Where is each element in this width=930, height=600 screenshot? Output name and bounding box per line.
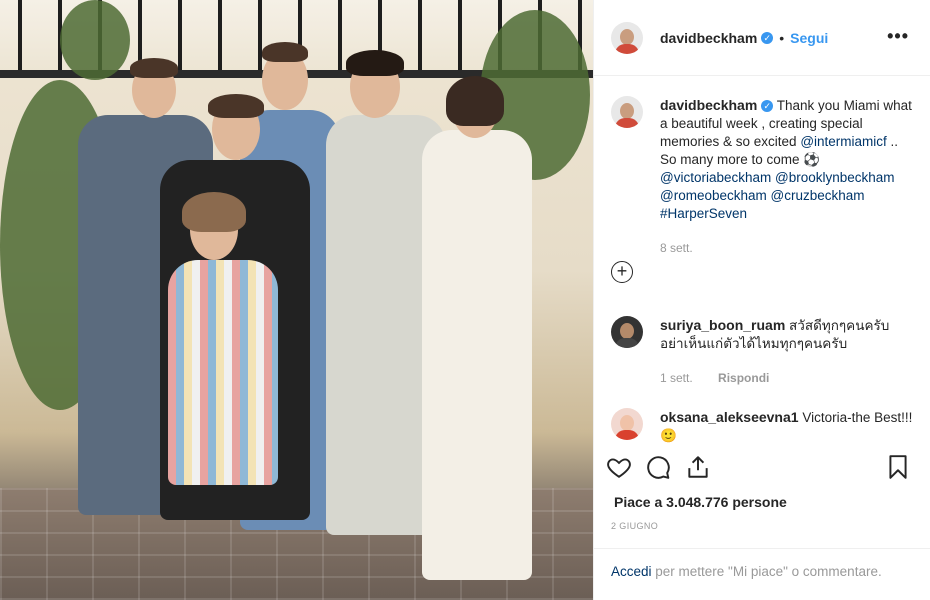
avatar-shirt <box>615 338 639 348</box>
heart-icon[interactable] <box>606 454 632 480</box>
avatar-face <box>620 415 634 431</box>
comment-item: suriya_boon_ruam สวัสดีทุกๆคนครับ อย่าเห… <box>611 316 916 387</box>
bookmark-icon[interactable] <box>885 454 911 480</box>
avatar-face <box>620 103 634 119</box>
caption-timestamp[interactable]: 8 sett. <box>660 241 693 255</box>
avatar[interactable] <box>611 96 643 128</box>
comment-username[interactable]: suriya_boon_ruam <box>660 317 785 333</box>
avatar[interactable] <box>611 21 643 54</box>
caption-username[interactable]: davidbeckham <box>660 97 757 113</box>
caption-meta: 8 sett. <box>660 239 916 257</box>
comment-timestamp[interactable]: 1 sett. <box>660 371 693 385</box>
follow-button[interactable]: Segui <box>790 30 828 46</box>
person-hair <box>262 42 308 62</box>
avatar-face <box>620 323 634 339</box>
verified-badge-icon: ✓ <box>761 100 774 113</box>
comment-icon[interactable] <box>645 454 671 480</box>
avatar[interactable] <box>611 316 643 348</box>
avatar-face <box>620 28 634 45</box>
avatar-shirt <box>615 118 639 128</box>
hashtag-link[interactable]: #HarperSeven <box>660 206 747 221</box>
caption-row: davidbeckham ✓ Thank you Miami what a bea… <box>611 96 916 257</box>
comment-text: suriya_boon_ruam สวัสดีทุกๆคนครับ อย่าเห… <box>660 316 916 387</box>
post-photo[interactable] <box>0 0 593 600</box>
login-prompt: Accedi per mettere "Mi piace" o commenta… <box>594 548 930 600</box>
ivy-foliage <box>60 0 130 80</box>
person-hair <box>446 76 504 126</box>
mention-link[interactable]: @intermiamicf <box>800 134 886 149</box>
mention-link[interactable]: @cruzbeckham <box>771 188 865 203</box>
more-options-icon[interactable]: ••• <box>887 26 909 47</box>
post-header: davidbeckham ✓ • Segui ••• <box>594 0 930 76</box>
separator-dot: • <box>779 29 785 46</box>
share-icon[interactable] <box>685 454 711 480</box>
person-hair <box>346 50 404 76</box>
post-side-panel: davidbeckham ✓ • Segui ••• davidbeckham ✓… <box>593 0 930 600</box>
reply-button[interactable]: Rispondi <box>718 371 769 385</box>
login-link[interactable]: Accedi <box>611 564 652 579</box>
username-link[interactable]: davidbeckham <box>660 30 757 46</box>
verified-badge-icon: ✓ <box>761 31 774 44</box>
login-prompt-text: per mettere "Mi piace" o commentare. <box>651 564 882 579</box>
person-harper <box>168 260 278 485</box>
comment-item: oksana_alekseevna1 Victoria-the Best!!!🙂 <box>611 408 916 445</box>
action-bar <box>594 454 930 492</box>
comment-text: oksana_alekseevna1 Victoria-the Best!!!🙂 <box>660 408 916 445</box>
post-date[interactable]: 2 GIUGNO <box>611 521 658 531</box>
avatar-shirt <box>615 430 639 440</box>
person-hair <box>130 58 178 78</box>
likes-count[interactable]: Piace a 3.048.776 persone <box>614 494 787 510</box>
plus-circle-icon[interactable]: + <box>611 261 633 283</box>
mention-link[interactable]: @victoriabeckham <box>660 170 771 185</box>
mention-link[interactable]: @romeobeckham <box>660 188 767 203</box>
person-victoria <box>422 130 532 580</box>
mention-link[interactable]: @brooklynbeckham <box>775 170 895 185</box>
comments-area[interactable]: davidbeckham ✓ Thank you Miami what a bea… <box>594 76 930 454</box>
comment-username[interactable]: oksana_alekseevna1 <box>660 409 799 425</box>
comment-meta: 1 sett. Rispondi <box>660 369 916 387</box>
person-hair <box>208 94 264 118</box>
caption-text: davidbeckham ✓ Thank you Miami what a bea… <box>660 96 916 257</box>
avatar-shirt <box>615 43 639 54</box>
avatar[interactable] <box>611 408 643 440</box>
header-user-row: davidbeckham ✓ • Segui <box>660 30 828 46</box>
person-hair <box>182 192 246 232</box>
